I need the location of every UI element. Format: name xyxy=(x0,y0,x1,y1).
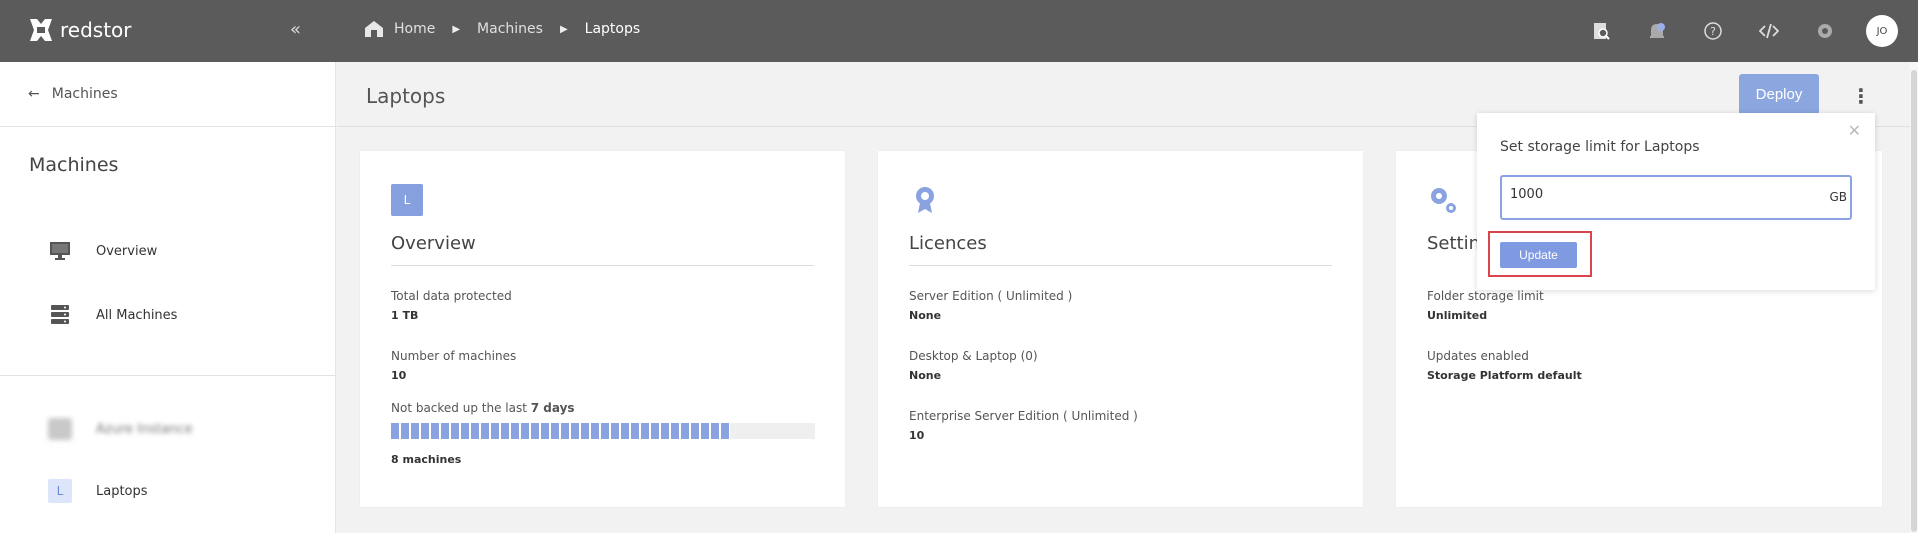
award-icon xyxy=(916,187,934,213)
breadcrumb-laptops[interactable]: Laptops xyxy=(585,21,641,37)
avatar[interactable]: JO xyxy=(1866,15,1898,47)
back-label: Machines xyxy=(51,86,118,102)
not-backed-up-label: Not backed up the last 7 days xyxy=(391,401,575,415)
deploy-button[interactable]: Deploy xyxy=(1739,74,1819,115)
breadcrumb-separator-icon: ▶ xyxy=(452,23,461,35)
help-icon[interactable]: ? xyxy=(1702,20,1724,42)
more-options-icon[interactable]: ⋮ xyxy=(1851,84,1871,108)
search-report-icon[interactable] xyxy=(1590,20,1612,42)
svg-text:?: ? xyxy=(1710,25,1716,38)
unit-label: GB xyxy=(1829,190,1847,204)
update-button[interactable]: Update xyxy=(1500,242,1577,268)
card-title: Overview xyxy=(391,233,476,254)
close-icon[interactable]: ✕ xyxy=(1848,121,1861,140)
not-backed-up-days: 7 days xyxy=(530,401,575,415)
back-to-machines[interactable]: ← Machines xyxy=(28,86,118,102)
home-icon[interactable] xyxy=(364,20,384,38)
folder-limit-value: Unlimited xyxy=(1427,309,1488,322)
total-data-value: 1 TB xyxy=(391,309,419,322)
card-title: Licences xyxy=(909,233,987,254)
divider xyxy=(909,265,1332,266)
scrollbar-thumb[interactable] xyxy=(1911,70,1917,532)
sidebar-item-all-machines[interactable]: All Machines xyxy=(48,304,177,326)
breadcrumb: Home ▶ Machines ▶ Laptops xyxy=(364,20,640,38)
breadcrumb-machines[interactable]: Machines xyxy=(477,21,543,37)
sidebar: ← Machines Machines Overview All Machine… xyxy=(0,62,336,533)
card-title: Settin xyxy=(1427,233,1481,254)
sidebar-title: Machines xyxy=(29,154,119,176)
logo-text: redstor xyxy=(60,18,132,42)
machine-count-label: Number of machines xyxy=(391,349,517,363)
monitor-icon xyxy=(48,240,72,262)
top-bar-actions: ? JO xyxy=(1556,0,1918,62)
page-title: Laptops xyxy=(366,84,446,108)
folder-limit-label: Folder storage limit xyxy=(1427,289,1544,303)
code-icon[interactable] xyxy=(1758,20,1780,42)
arrow-left-icon: ← xyxy=(28,86,40,102)
sidebar-group-label: Azure Instance xyxy=(96,421,193,437)
popover-title: Set storage limit for Laptops xyxy=(1500,139,1700,155)
gears-icon xyxy=(1431,188,1456,213)
sidebar-group-laptops[interactable]: L Laptops xyxy=(48,479,148,503)
machine-count-value: 10 xyxy=(391,369,407,382)
top-bar: redstor « Home ▶ Machines ▶ Laptops ? JO xyxy=(0,0,1918,62)
notification-bell-icon[interactable] xyxy=(1646,20,1668,42)
total-data-label: Total data protected xyxy=(391,289,512,303)
not-backed-up-progress xyxy=(391,423,815,439)
storage-limit-input[interactable] xyxy=(1510,187,1790,202)
updates-enabled-label: Updates enabled xyxy=(1427,349,1529,363)
laptops-badge: L xyxy=(391,184,423,216)
storage-limit-popover: ✕ Set storage limit for Laptops GB Updat… xyxy=(1477,113,1875,290)
overview-card: L Overview Total data protected 1 TB Num… xyxy=(360,151,845,507)
sidebar-group-azure-instance[interactable]: Azure Instance xyxy=(48,418,192,440)
server-stack-icon xyxy=(48,304,72,326)
update-highlight: Update xyxy=(1488,231,1592,277)
enterprise-edition-value: 10 xyxy=(909,429,925,442)
enterprise-edition-label: Enterprise Server Edition ( Unlimited ) xyxy=(909,409,1138,423)
sidebar-item-label: All Machines xyxy=(96,307,178,323)
server-edition-value: None xyxy=(909,309,942,322)
not-backed-up-value: 8 machines xyxy=(391,453,462,466)
divider xyxy=(0,375,336,376)
gear-icon[interactable] xyxy=(1814,20,1836,42)
storage-limit-field[interactable]: GB xyxy=(1500,175,1852,220)
desktop-laptop-value: None xyxy=(909,369,942,382)
server-edition-label: Server Edition ( Unlimited ) xyxy=(909,289,1073,303)
sidebar-item-overview[interactable]: Overview xyxy=(48,240,157,262)
redstor-logo[interactable]: redstor xyxy=(28,17,132,43)
desktop-laptop-label: Desktop & Laptop (0) xyxy=(909,349,1038,363)
redstor-logo-icon xyxy=(30,19,52,41)
group-icon xyxy=(48,418,72,440)
licences-card: Licences Server Edition ( Unlimited ) No… xyxy=(878,151,1363,507)
progress-fill xyxy=(391,423,730,439)
breadcrumb-separator-icon: ▶ xyxy=(559,23,568,35)
sidebar-group-label: Laptops xyxy=(96,483,148,499)
divider xyxy=(391,265,814,266)
updates-enabled-value: Storage Platform default xyxy=(1427,369,1582,382)
breadcrumb-home[interactable]: Home xyxy=(394,21,435,37)
collapse-sidebar-icon[interactable]: « xyxy=(290,19,301,40)
sidebar-item-label: Overview xyxy=(96,243,158,259)
divider xyxy=(0,126,336,127)
laptops-badge: L xyxy=(48,479,72,503)
